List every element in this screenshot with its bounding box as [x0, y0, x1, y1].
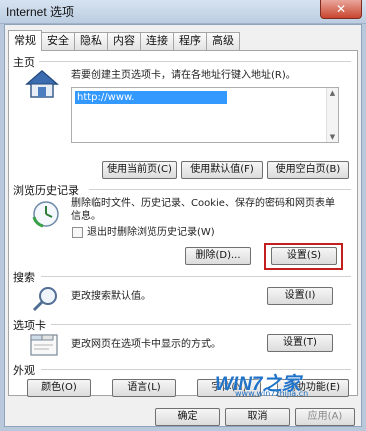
home-instruction: 若要创建主页选项卡，请在各地址行键入地址(R)。	[71, 70, 296, 81]
divider	[41, 369, 351, 370]
divider	[89, 189, 351, 190]
accessibility-button[interactable]: 辅助功能(E)	[277, 379, 349, 397]
general-panel: 主页 若要创建主页选项卡，请在各地址行键入地址(R)。 http://www. …	[8, 50, 358, 398]
cancel-button[interactable]: 取消	[225, 408, 290, 426]
fonts-button[interactable]: 字体(N)	[197, 379, 261, 397]
tabs-settings-button[interactable]: 设置(T)	[267, 334, 333, 352]
apply-button[interactable]: 应用(A)	[295, 408, 355, 426]
home-url-value: http://www.	[75, 91, 227, 104]
tab-connections[interactable]: 连接	[140, 32, 174, 50]
use-default-button[interactable]: 使用默认值(F)	[181, 161, 263, 179]
search-description: 更改搜索默认值。	[71, 291, 151, 302]
tab-content[interactable]: 内容	[107, 32, 141, 50]
dialog-body: 常规 安全 隐私 内容 连接 程序 高级 主页 若要创建主页选项卡，请在各地址行…	[4, 24, 362, 427]
colors-button[interactable]: 颜色(O)	[27, 379, 91, 397]
tab-programs[interactable]: 程序	[173, 32, 207, 50]
search-magnifier-icon	[32, 287, 57, 312]
tabs-description: 更改网页在选项卡中显示的方式。	[71, 339, 221, 350]
use-blank-button[interactable]: 使用空白页(B)	[267, 161, 349, 179]
history-clock-icon	[32, 201, 59, 228]
delete-on-exit-label: 退出时删除浏览历史记录(W)	[87, 227, 215, 238]
use-current-button[interactable]: 使用当前页(C)	[102, 161, 177, 179]
tab-advanced[interactable]: 高级	[206, 32, 240, 50]
home-url-textbox[interactable]: http://www. ▲ ▼	[71, 87, 339, 143]
home-section-label: 主页	[13, 56, 35, 69]
delete-on-exit-checkbox[interactable]	[72, 227, 83, 238]
search-section-label: 搜索	[13, 271, 35, 284]
divider	[41, 276, 351, 277]
tab-strip: 常规 安全 隐私 内容 连接 程序 高级	[8, 30, 240, 51]
house-icon	[25, 70, 59, 98]
tab-security[interactable]: 安全	[41, 32, 75, 50]
title-bar: Internet 选项 ✕	[0, 0, 366, 24]
window-title: Internet 选项	[6, 5, 75, 19]
divider	[51, 324, 351, 325]
ok-button[interactable]: 确定	[155, 408, 220, 426]
search-settings-button[interactable]: 设置(I)	[267, 287, 333, 305]
languages-button[interactable]: 语言(L)	[112, 379, 176, 397]
highlight-box	[264, 243, 343, 270]
history-description: 删除临时文件、历史记录、Cookie、保存的密码和网页表单信息。	[71, 198, 335, 222]
tab-privacy[interactable]: 隐私	[74, 32, 108, 50]
divider	[39, 61, 351, 62]
tabs-window-icon	[30, 334, 58, 356]
delete-history-button[interactable]: 删除(D)...	[185, 247, 251, 265]
close-button[interactable]: ✕	[320, 0, 362, 19]
appearance-section-label: 外观	[13, 364, 35, 377]
scrollbar[interactable]: ▲ ▼	[326, 88, 338, 142]
tab-general[interactable]: 常规	[8, 30, 42, 51]
history-section-label: 浏览历史记录	[13, 184, 79, 197]
